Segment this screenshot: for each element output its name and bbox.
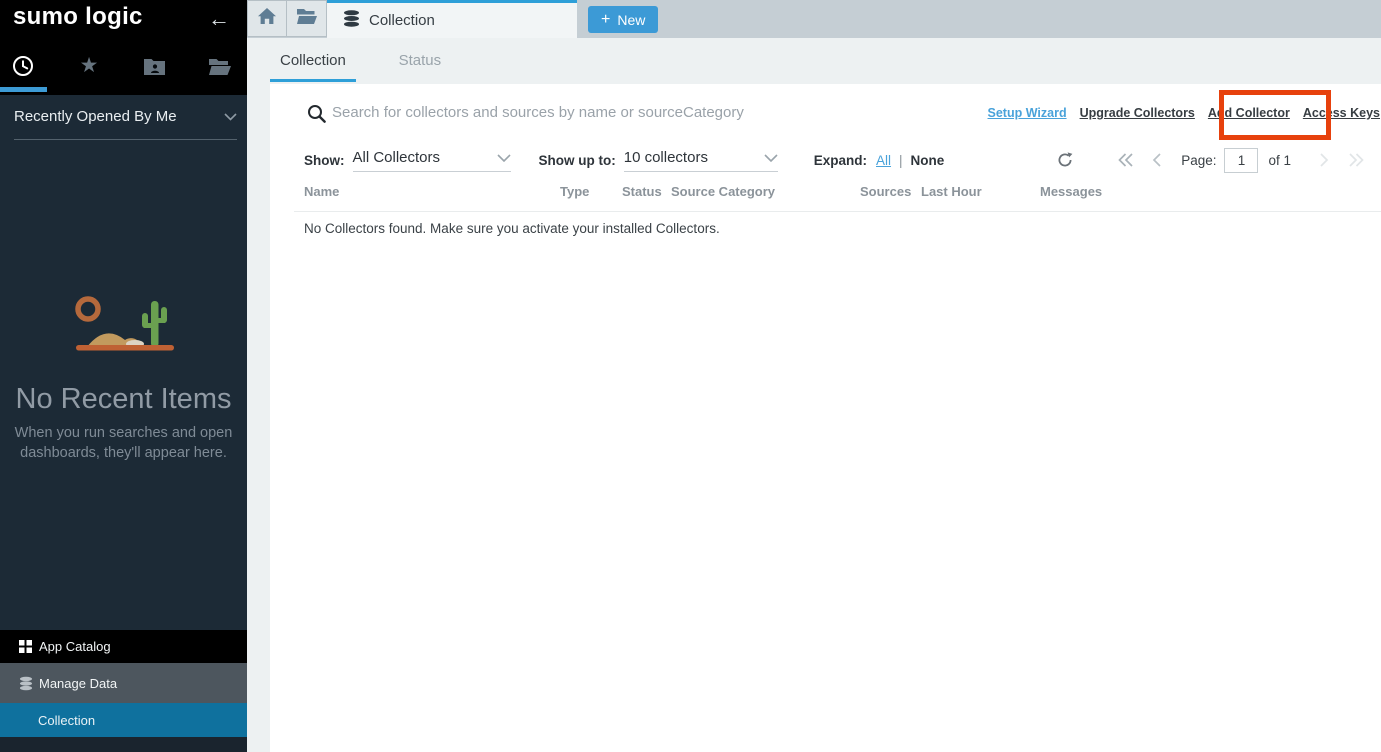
sidebar-bottom-menu: App Catalog Manage Data Collection	[0, 630, 247, 752]
pagination: Page: of 1	[1057, 140, 1365, 180]
library-button[interactable]	[287, 0, 327, 37]
show-label: Show:	[304, 153, 345, 168]
desert-empty-illustration	[0, 288, 247, 366]
access-keys-link[interactable]: Access Keys	[1303, 106, 1380, 120]
show-up-to-dropdown-value: 10 collectors	[624, 149, 708, 166]
subtab-status[interactable]: Status	[386, 38, 454, 82]
app-root: sumo logic ← ★ Recently Opened By Me	[0, 0, 1381, 752]
new-tab-button-label: New	[617, 12, 645, 28]
last-page-chevrons-icon[interactable]	[1348, 153, 1365, 167]
sidebar: sumo logic ← ★ Recently Opened By Me	[0, 0, 247, 752]
chevron-down-icon	[497, 149, 511, 166]
tab-collection[interactable]: Collection	[327, 0, 577, 38]
add-collector-link[interactable]: Add Collector	[1208, 106, 1290, 120]
sidebar-item-label: Collection	[38, 713, 95, 728]
sumo-logic-logo: sumo logic	[13, 3, 143, 31]
show-up-to-dropdown[interactable]: 10 collectors	[624, 149, 778, 172]
page-total: of 1	[1268, 153, 1291, 168]
show-dropdown-value: All Collectors	[353, 149, 441, 166]
first-page-chevrons-icon[interactable]	[1117, 153, 1134, 167]
page-number-input[interactable]	[1224, 148, 1258, 173]
sidebar-item-manage-data[interactable]: Manage Data	[0, 663, 247, 703]
recents-clock-icon[interactable]	[11, 54, 35, 78]
refresh-icon[interactable]	[1057, 152, 1073, 168]
database-icon	[19, 676, 33, 691]
page-label: Page:	[1181, 153, 1216, 168]
upgrade-collectors-link[interactable]: Upgrade Collectors	[1080, 106, 1195, 120]
sidebar-item-app-catalog[interactable]: App Catalog	[0, 630, 247, 663]
empty-state-title: No Recent Items	[0, 383, 247, 416]
table-header-row: Name Type Status Source Category Sources…	[270, 184, 1381, 204]
column-header-sources: Sources	[860, 184, 911, 199]
table-header-divider	[294, 211, 1381, 212]
collector-database-icon	[343, 10, 360, 31]
toolbar-links: Setup Wizard Upgrade Collectors Add Coll…	[988, 106, 1380, 120]
setup-wizard-link[interactable]: Setup Wizard	[988, 106, 1067, 120]
column-header-source-category: Source Category	[671, 184, 775, 199]
recent-items-filter-dropdown[interactable]: Recently Opened By Me	[14, 108, 237, 140]
empty-table-message: No Collectors found. Make sure you activ…	[304, 221, 720, 236]
subtab-bar: Collection Status	[270, 38, 454, 82]
empty-state-caption-line1: When you run searches and open	[0, 424, 247, 444]
show-up-to-label: Show up to:	[539, 153, 616, 168]
previous-page-chevron-icon[interactable]	[1151, 153, 1162, 167]
list-controls: Show: All Collectors Show up to: 10 coll…	[304, 140, 944, 180]
show-dropdown[interactable]: All Collectors	[353, 149, 511, 172]
new-tab-button[interactable]: + New	[588, 6, 658, 33]
column-header-last-hour: Last Hour	[921, 184, 982, 199]
column-header-status: Status	[622, 184, 662, 199]
active-nav-indicator	[0, 87, 47, 92]
expand-divider: |	[899, 153, 903, 168]
home-icon	[258, 8, 276, 29]
favorites-star-icon[interactable]: ★	[77, 54, 101, 78]
column-header-messages: Messages	[1040, 184, 1102, 199]
sidebar-header: sumo logic ← ★	[0, 0, 247, 95]
home-button[interactable]	[247, 0, 287, 37]
sidebar-item-collection[interactable]: Collection	[0, 703, 247, 737]
recent-items-filter-label: Recently Opened By Me	[14, 108, 177, 125]
plus-icon: +	[601, 11, 610, 29]
expand-none-link[interactable]: None	[911, 153, 945, 168]
column-header-name: Name	[304, 184, 339, 199]
library-folder-icon[interactable]	[208, 54, 232, 78]
collapse-sidebar-arrow-icon[interactable]: ←	[208, 6, 230, 32]
empty-state-caption-line2: dashboards, they'll appear here.	[0, 444, 247, 464]
chevron-down-icon	[764, 149, 778, 166]
content-area: Collection Status Setup Wizard Upgrade C…	[247, 38, 1381, 752]
app-catalog-grid-icon	[19, 640, 33, 653]
expand-label: Expand:	[814, 153, 867, 168]
search-icon	[307, 104, 326, 128]
tab-bar: Collection + New	[247, 0, 1381, 38]
subtab-collection[interactable]: Collection	[270, 38, 356, 82]
sidebar-item-label: Manage Data	[39, 676, 117, 691]
expand-all-link[interactable]: All	[876, 153, 891, 168]
folder-icon	[297, 9, 317, 29]
sidebar-item-label: App Catalog	[39, 639, 111, 654]
shared-content-folder-icon[interactable]	[142, 54, 166, 78]
collection-panel: Setup Wizard Upgrade Collectors Add Coll…	[270, 84, 1381, 752]
sidebar-menu-strip	[0, 737, 247, 752]
column-header-type: Type	[560, 184, 589, 199]
chevron-down-icon	[224, 108, 237, 125]
tab-label: Collection	[369, 12, 435, 29]
next-page-chevron-icon[interactable]	[1319, 153, 1330, 167]
search-input[interactable]	[332, 98, 952, 126]
empty-state-caption: When you run searches and open dashboard…	[0, 424, 247, 463]
